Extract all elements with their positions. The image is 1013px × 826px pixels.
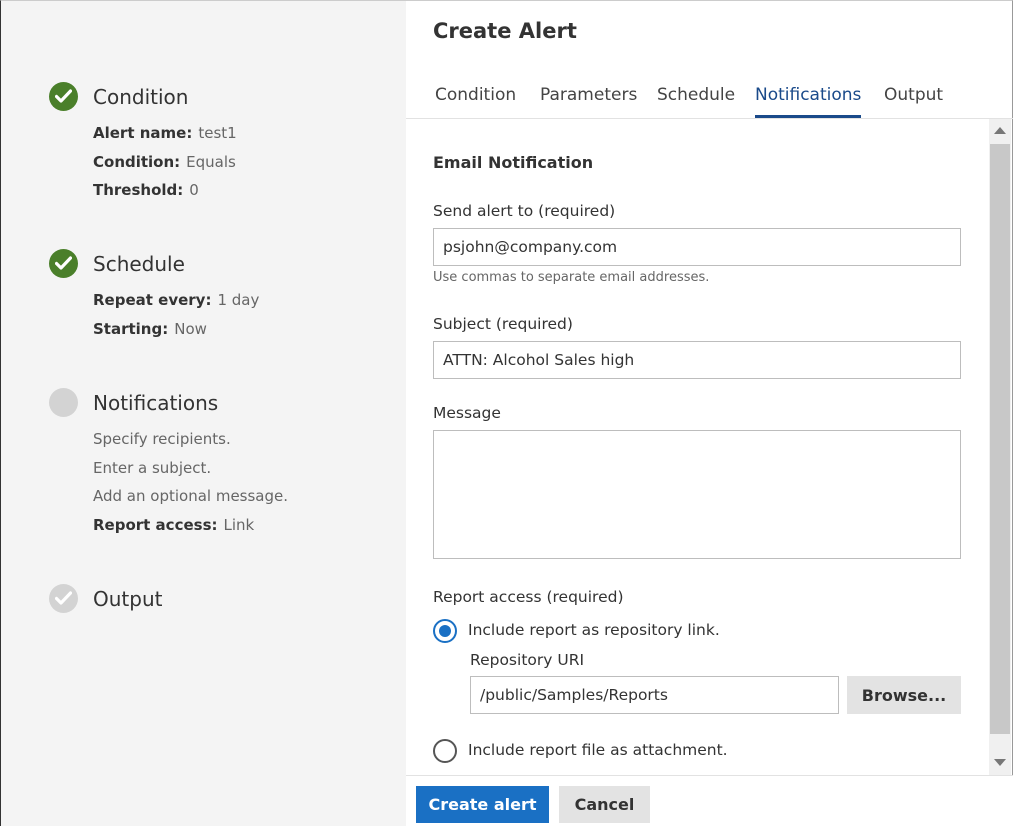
- scroll-up-arrow-icon[interactable]: [994, 127, 1006, 134]
- message-textarea[interactable]: [433, 430, 961, 559]
- step-details: Alert name: test1 Condition: Equals Thresh…: [93, 119, 237, 205]
- scroll-down-arrow-icon[interactable]: [994, 759, 1006, 766]
- tab-output[interactable]: Output: [884, 85, 943, 118]
- message-label: Message: [433, 404, 501, 422]
- detail-threshold: Threshold: 0: [93, 181, 199, 199]
- send-to-input[interactable]: [433, 228, 961, 266]
- report-access-label: Report access (required): [433, 588, 624, 606]
- tab-condition[interactable]: Condition: [435, 85, 516, 118]
- tab-bar: Condition Parameters Schedule Notificati…: [406, 79, 1013, 119]
- tab-schedule[interactable]: Schedule: [657, 85, 735, 118]
- detail-starting: Starting: Now: [93, 319, 207, 338]
- subject-input[interactable]: [433, 341, 961, 379]
- vertical-scrollbar[interactable]: [989, 119, 1011, 775]
- step-title: Output: [93, 587, 163, 611]
- detail-alert-name: Alert name: test1: [93, 124, 237, 142]
- detail-report-access: Report access: Link: [93, 515, 255, 534]
- hint-recipients: Specify recipients.: [93, 430, 231, 448]
- pending-circle-icon: [49, 388, 78, 417]
- step-title: Schedule: [93, 252, 185, 276]
- tab-notifications[interactable]: Notifications: [755, 85, 862, 118]
- scrollbar-thumb[interactable]: [990, 144, 1010, 734]
- subject-label: Subject (required): [433, 315, 573, 333]
- radio-repository-link-label[interactable]: Include report as repository link.: [468, 621, 720, 639]
- dialog-title: Create Alert: [433, 19, 577, 43]
- repository-uri-label: Repository URI: [470, 651, 585, 669]
- step-title: Notifications: [93, 391, 219, 415]
- cancel-button[interactable]: Cancel: [559, 786, 650, 823]
- hint-message: Add an optional message.: [93, 487, 289, 505]
- step-title: Condition: [93, 85, 189, 109]
- send-to-hint: Use commas to separate email addresses.: [433, 270, 710, 285]
- radio-repository-link[interactable]: [433, 619, 457, 643]
- hint-subject: Enter a subject.: [93, 458, 212, 477]
- radio-attachment-label[interactable]: Include report file as attachment.: [468, 741, 728, 759]
- section-title: Email Notification: [433, 153, 594, 172]
- browse-button[interactable]: Browse...: [847, 676, 961, 714]
- tab-parameters[interactable]: Parameters: [540, 85, 637, 118]
- check-circle-icon: [49, 584, 78, 613]
- detail-condition: Condition: Equals: [93, 152, 236, 171]
- notifications-form-scroll: Email Notification Send alert to (requir…: [406, 119, 1013, 775]
- dialog-footer: Create alert Cancel: [406, 775, 1013, 826]
- step-details: Repeat every: 1 day Starting: Now: [93, 286, 259, 343]
- detail-repeat-every: Repeat every: 1 day: [93, 291, 260, 309]
- wizard-steps-panel: Condition Alert name: test1 Condition: Equ…: [0, 0, 406, 826]
- create-alert-dialog: Create Alert Condition Parameters Schedu…: [406, 0, 1013, 826]
- step-details: Specify recipients. Enter a subject. Add…: [93, 425, 288, 539]
- create-alert-button[interactable]: Create alert: [416, 786, 549, 823]
- check-circle-icon: [49, 249, 78, 278]
- send-to-label: Send alert to (required): [433, 202, 616, 220]
- repository-uri-input[interactable]: [470, 676, 839, 714]
- radio-attachment[interactable]: [433, 739, 457, 763]
- check-circle-icon: [49, 82, 78, 111]
